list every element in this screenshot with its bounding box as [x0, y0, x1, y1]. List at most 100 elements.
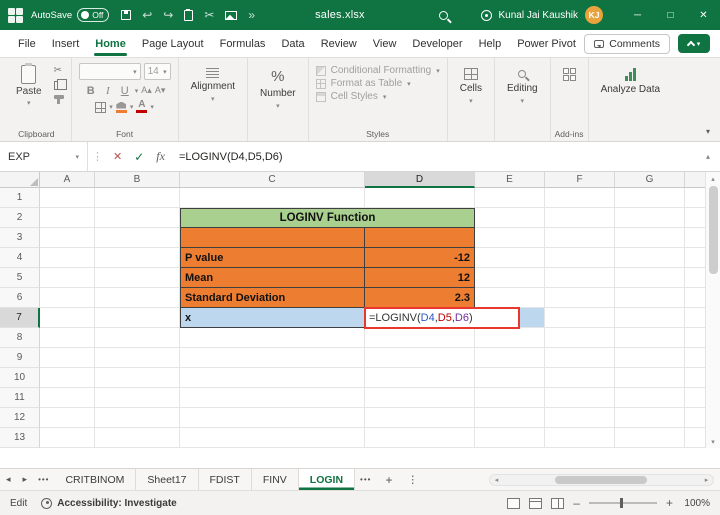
sheet-tab-finv[interactable]: FINV — [252, 469, 299, 490]
row-header-8[interactable]: 8 — [0, 328, 40, 348]
cell-styles-button[interactable]: Cell Styles — [315, 91, 387, 102]
minimize-button[interactable] — [621, 0, 654, 30]
redo-icon[interactable] — [163, 9, 173, 21]
vertical-scrollbar[interactable] — [705, 172, 720, 448]
cell-p-value[interactable]: -12 — [365, 248, 475, 268]
cancel-entry-icon[interactable] — [107, 150, 128, 163]
scroll-down-icon[interactable] — [706, 435, 720, 448]
expand-formula-bar-icon[interactable] — [706, 152, 710, 161]
more-commands-icon[interactable] — [248, 9, 255, 21]
clipboard-icon[interactable] — [184, 8, 194, 21]
empty-cells[interactable] — [545, 308, 720, 328]
cell-d3[interactable] — [365, 228, 475, 248]
new-sheet-icon[interactable] — [376, 473, 401, 487]
picture-icon[interactable] — [225, 10, 238, 20]
menu-tab-data[interactable]: Data — [273, 32, 312, 56]
cell-c3[interactable] — [180, 228, 365, 248]
sheet-tab-sheet17[interactable]: Sheet17 — [136, 469, 199, 490]
zoom-in-icon[interactable] — [666, 497, 673, 509]
column-header-b[interactable]: B — [95, 172, 180, 188]
row-header-7-selected[interactable]: 7 — [0, 308, 40, 328]
italic-button[interactable]: I — [101, 83, 115, 98]
empty-cells[interactable] — [40, 268, 180, 288]
empty-cells[interactable] — [40, 208, 180, 228]
empty-cells[interactable] — [40, 388, 720, 408]
zoom-slider-thumb[interactable] — [619, 498, 623, 508]
user-avatar[interactable]: KJ — [585, 6, 603, 24]
alignment-button[interactable]: Alignment — [186, 63, 240, 103]
empty-cells[interactable] — [475, 208, 720, 228]
sheet-tab-fdist[interactable]: FDIST — [199, 469, 252, 490]
paste-button[interactable]: Paste — [9, 63, 49, 109]
confirm-entry-icon[interactable] — [128, 150, 150, 164]
tab-scroll-right-icon[interactable] — [17, 474, 34, 485]
menu-tab-insert[interactable]: Insert — [44, 32, 88, 56]
chevron-down-icon[interactable] — [130, 103, 134, 111]
vertical-scroll-thumb[interactable] — [708, 186, 718, 274]
menu-tab-file[interactable]: File — [10, 32, 44, 56]
empty-cells[interactable] — [475, 248, 720, 268]
chevron-down-icon[interactable] — [150, 103, 154, 111]
row-header-1[interactable]: 1 — [0, 188, 40, 208]
zoom-slider[interactable] — [588, 498, 657, 508]
notifications-icon[interactable] — [480, 9, 492, 21]
autosave-toggle[interactable]: AutoSave Off — [31, 8, 110, 22]
empty-cells[interactable] — [40, 348, 720, 368]
tab-options-icon[interactable] — [401, 474, 424, 486]
share-button[interactable]: ▾ — [678, 34, 710, 53]
cell-mean-value[interactable]: 12 — [365, 268, 475, 288]
cell-stddev-value[interactable]: 2.3 — [365, 288, 475, 308]
font-name-combobox[interactable] — [78, 63, 141, 80]
chevron-down-icon[interactable] — [135, 87, 139, 95]
menu-tab-help[interactable]: Help — [471, 32, 510, 56]
save-icon[interactable] — [121, 10, 132, 20]
empty-cells[interactable] — [40, 288, 180, 308]
chevron-down-icon[interactable] — [109, 103, 113, 111]
zoom-level[interactable]: 100% — [682, 498, 710, 509]
cells-button[interactable]: Cells — [455, 63, 487, 105]
formula-input[interactable]: =LOGINV(D4,D5,D6) — [179, 151, 283, 163]
underline-button[interactable]: U — [118, 83, 132, 98]
cut-icon[interactable] — [54, 66, 64, 76]
font-size-combobox[interactable]: 14 — [143, 63, 171, 80]
row-header-10[interactable]: 10 — [0, 368, 40, 388]
name-box[interactable]: EXP — [0, 142, 88, 171]
autosave-switch[interactable]: Off — [77, 8, 110, 22]
increase-font-icon[interactable]: A▴ — [141, 85, 152, 96]
column-header-d-selected[interactable]: D — [365, 172, 475, 188]
cell-p-value-label[interactable]: P value — [180, 248, 365, 268]
menu-tab-home[interactable]: Home — [87, 32, 134, 56]
menu-tab-formulas[interactable]: Formulas — [212, 32, 274, 56]
cell-d7-active[interactable]: =LOGINV(D4, D5, D6) — [364, 307, 520, 329]
addins-button[interactable] — [558, 63, 581, 81]
row-header-13[interactable]: 13 — [0, 428, 40, 448]
analyze-data-button[interactable]: Analyze Data — [596, 63, 665, 95]
column-header-e[interactable]: E — [475, 172, 545, 188]
scroll-up-icon[interactable] — [706, 172, 720, 185]
copy-icon[interactable] — [53, 79, 67, 90]
menu-tab-page-layout[interactable]: Page Layout — [134, 32, 212, 56]
empty-cells[interactable] — [40, 428, 720, 448]
column-header-g[interactable]: G — [615, 172, 685, 188]
horizontal-scroll-thumb[interactable] — [555, 476, 647, 484]
editing-button[interactable]: Editing — [502, 63, 543, 105]
cell-title-merged[interactable]: LOGINV Function — [180, 208, 475, 228]
sheet-tab-login-active[interactable]: LOGIN — [298, 469, 356, 490]
zoom-out-icon[interactable] — [573, 497, 580, 509]
select-all-corner[interactable] — [0, 172, 40, 188]
empty-cells[interactable] — [40, 408, 720, 428]
menu-tab-developer[interactable]: Developer — [404, 32, 470, 56]
empty-cells[interactable] — [40, 328, 720, 348]
menu-tab-power-pivot[interactable]: Power Pivot — [509, 32, 584, 56]
bold-button[interactable]: B — [84, 83, 98, 98]
comments-button[interactable]: Comments — [584, 33, 670, 54]
undo-icon[interactable] — [142, 9, 152, 21]
column-header-f[interactable]: F — [545, 172, 615, 188]
row-header-11[interactable]: 11 — [0, 388, 40, 408]
page-layout-view-icon[interactable] — [529, 497, 543, 509]
tab-overflow-right-icon[interactable] — [355, 475, 376, 484]
empty-cells[interactable] — [40, 368, 720, 388]
cell-mean-label[interactable]: Mean — [180, 268, 365, 288]
horizontal-scrollbar[interactable] — [489, 474, 714, 486]
row-header-3[interactable]: 3 — [0, 228, 40, 248]
